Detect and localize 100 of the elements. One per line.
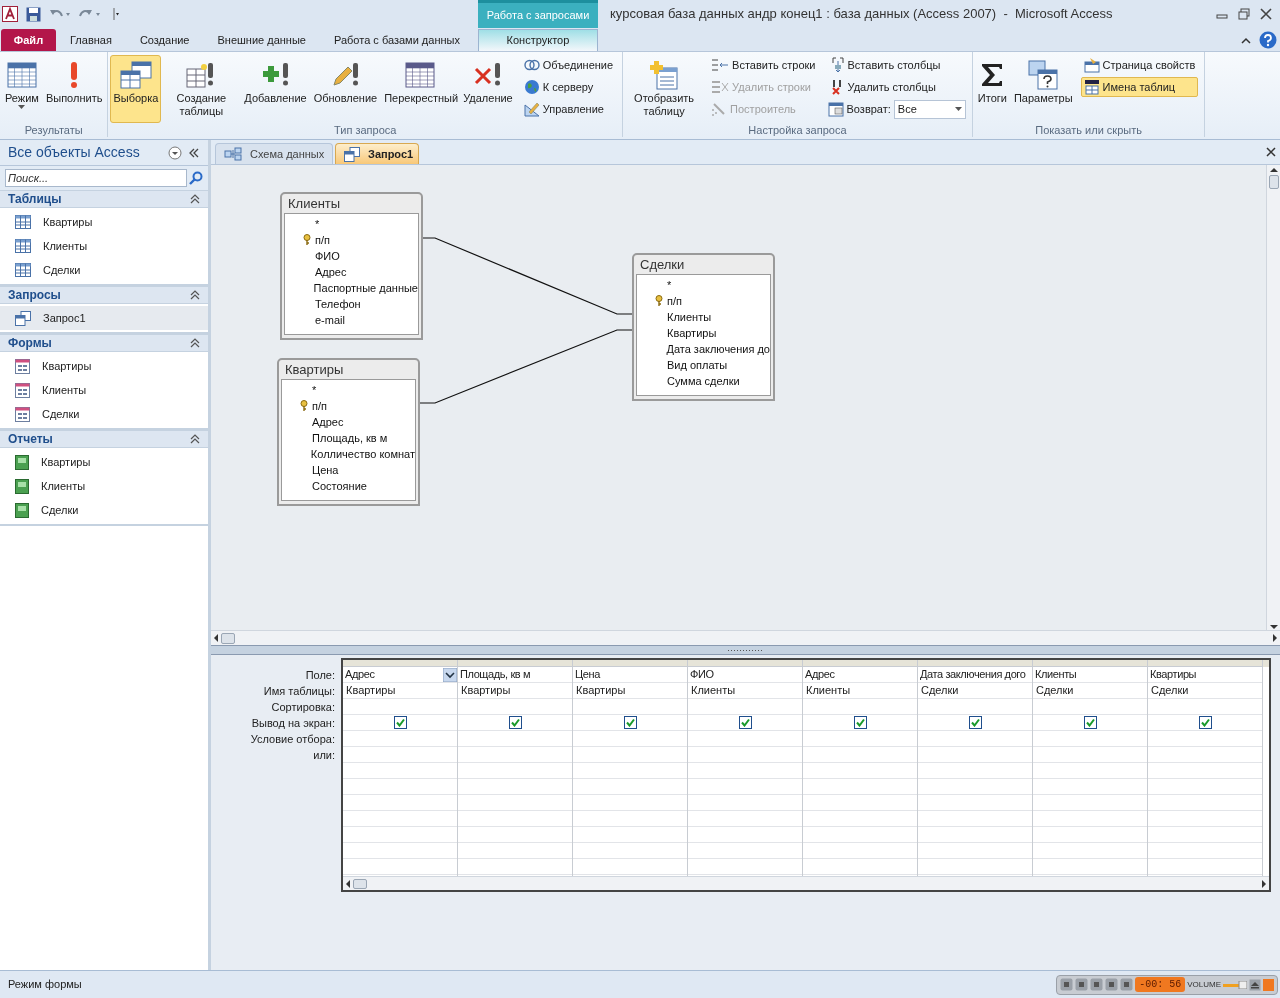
ribbon-small-button[interactable]: К серверу (520, 77, 617, 97)
nav-item[interactable]: Квартиры (0, 354, 208, 378)
table-name-cell[interactable]: Сделки (1033, 683, 1147, 699)
column-selector[interactable] (803, 660, 917, 667)
grid-cell[interactable] (1033, 715, 1147, 731)
vertical-scrollbar[interactable] (1266, 165, 1280, 630)
field-cell[interactable]: ФИО (690, 666, 714, 683)
field-cell[interactable]: Дата заключения дого (920, 666, 1026, 683)
document-tab[interactable]: Схема данных (215, 143, 333, 164)
table-name-cell[interactable]: Квартиры (573, 683, 687, 699)
column-selector[interactable] (1033, 660, 1147, 667)
ribbon-button[interactable]: Отобразить таблицу (625, 55, 704, 123)
ribbon-small-button[interactable]: Удалить столбцы (827, 77, 966, 97)
table-name-cell[interactable]: Квартиры (343, 683, 457, 699)
nav-item[interactable]: Квартиры (0, 210, 208, 234)
nav-item[interactable]: Клиенты (0, 474, 208, 498)
ribbon-button[interactable]: Итоги (974, 55, 1010, 123)
horizontal-scrollbar[interactable] (211, 630, 1280, 645)
horizontal-scrollbar[interactable] (343, 876, 1269, 890)
ribbon-small-button[interactable]: Имена таблиц (1080, 77, 1199, 97)
grid-cell[interactable] (343, 715, 457, 731)
column-selector[interactable] (688, 660, 802, 667)
show-checkbox[interactable] (968, 716, 982, 729)
table-name-cell[interactable]: Сделки (1148, 683, 1262, 699)
search-field[interactable]: Поиск... (5, 169, 187, 187)
grid-cell[interactable] (1148, 715, 1262, 731)
field-cell[interactable]: Адрес (805, 666, 835, 683)
field-cell[interactable]: Квартиры (1150, 666, 1197, 683)
nav-item[interactable]: Сделки (0, 258, 208, 282)
ribbon-small-button[interactable]: Объединение (520, 55, 617, 75)
pane-splitter[interactable] (211, 645, 1280, 655)
show-checkbox[interactable] (393, 716, 407, 729)
ribbon-small-button[interactable]: Страница свойств (1080, 55, 1199, 75)
show-checkbox[interactable] (738, 716, 752, 729)
nav-item[interactable]: Запрос1 (0, 306, 208, 330)
ribbon-button[interactable]: Выполнить (42, 55, 106, 123)
field-cell[interactable]: Адрес (345, 666, 375, 683)
table-name-cell[interactable]: Клиенты (803, 683, 917, 699)
field-name: п/п (667, 293, 682, 309)
ribbon-button[interactable]: Обновление (310, 55, 381, 123)
document-tab[interactable]: Запрос1 (335, 143, 419, 164)
eject-icon (1249, 978, 1261, 991)
ribbon-small-button[interactable]: Управление (520, 99, 617, 119)
column-selector[interactable] (343, 660, 457, 667)
ribbon-button[interactable]: Перекрестный (381, 55, 460, 123)
ribbon-button[interactable]: Удаление (460, 55, 516, 123)
ribbon-tab[interactable]: Внешние данные (203, 29, 320, 51)
ribbon-button[interactable]: Выборка (110, 55, 162, 123)
ribbon-tab[interactable]: Файл (1, 29, 56, 51)
field-cell[interactable]: Клиенты (1035, 666, 1077, 683)
field-name: * (312, 382, 317, 398)
ribbon-tab[interactable]: Создание (125, 29, 204, 51)
field-name: Адрес (315, 264, 347, 280)
ribbon-button[interactable]: Добавление (241, 55, 310, 123)
table-name-cell[interactable]: Квартиры (458, 683, 572, 699)
ribbon-tab[interactable]: Конструктор (477, 29, 598, 51)
ribbon-small-button[interactable]: Вставить строки (708, 55, 819, 75)
field-cell[interactable]: Цена (575, 666, 600, 683)
field-cell[interactable]: Площадь, кв м (460, 666, 531, 683)
show-checkbox[interactable] (853, 716, 867, 729)
tables-icon (119, 61, 152, 89)
show-checkbox[interactable] (1083, 716, 1097, 729)
show-checkbox[interactable] (623, 716, 637, 729)
column-selector[interactable] (918, 660, 1032, 667)
table-field-list[interactable]: Сделки * п/п Клиенты Квартиры Дата заключения до Вид оплаты Сумма сделки (632, 253, 775, 401)
nav-item[interactable]: Сделки (0, 402, 208, 426)
column-selector[interactable] (1263, 660, 1269, 667)
scroll-thumb[interactable] (221, 632, 235, 644)
ribbon-button[interactable]: Создание таблицы (162, 55, 241, 123)
show-checkbox[interactable] (1198, 716, 1212, 729)
show-checkbox[interactable] (508, 716, 522, 729)
grid-cell[interactable] (803, 715, 917, 731)
grid-cell[interactable] (573, 715, 687, 731)
scroll-thumb[interactable] (353, 878, 367, 889)
ribbon-small-button[interactable]: Вставить столбцы (827, 55, 966, 75)
ribbon-tab[interactable]: Работа с базами данных (319, 29, 474, 51)
report-icon (15, 454, 29, 470)
nav-item[interactable]: Квартиры (0, 450, 208, 474)
nav-item[interactable]: Клиенты (0, 378, 208, 402)
group-label: Настройка запроса (747, 123, 848, 137)
table-name-cell[interactable]: Сделки (918, 683, 1032, 699)
table-field-list[interactable]: Клиенты * п/п ФИО Адрес Паспортные данные Телефон e-mail (280, 192, 423, 340)
grid-cell[interactable] (458, 715, 572, 731)
nav-item[interactable]: Сделки (0, 498, 208, 522)
return-dropdown[interactable]: Все (893, 99, 966, 119)
column-selector[interactable] (458, 660, 572, 667)
collapse-pane-icon (188, 147, 200, 158)
grid-cell[interactable] (918, 715, 1032, 731)
nav-item[interactable]: Клиенты (0, 234, 208, 258)
table-name-cell[interactable]: Клиенты (688, 683, 802, 699)
ribbon-button[interactable]: Режим (2, 55, 42, 123)
column-selector[interactable] (573, 660, 687, 667)
grid-cell[interactable] (688, 715, 802, 731)
ribbon-button[interactable]: Параметры (1010, 55, 1076, 123)
field-name: e-mail (315, 312, 345, 328)
column-selector[interactable] (1148, 660, 1262, 667)
ribbon-tab[interactable]: Главная (56, 29, 126, 51)
scroll-thumb[interactable] (1268, 175, 1279, 189)
nav-item-label: Клиенты (42, 382, 87, 398)
table-field-list[interactable]: Квартиры * п/п Адрес Площадь, кв м Колличество комнат Цена Состояние (277, 358, 420, 506)
